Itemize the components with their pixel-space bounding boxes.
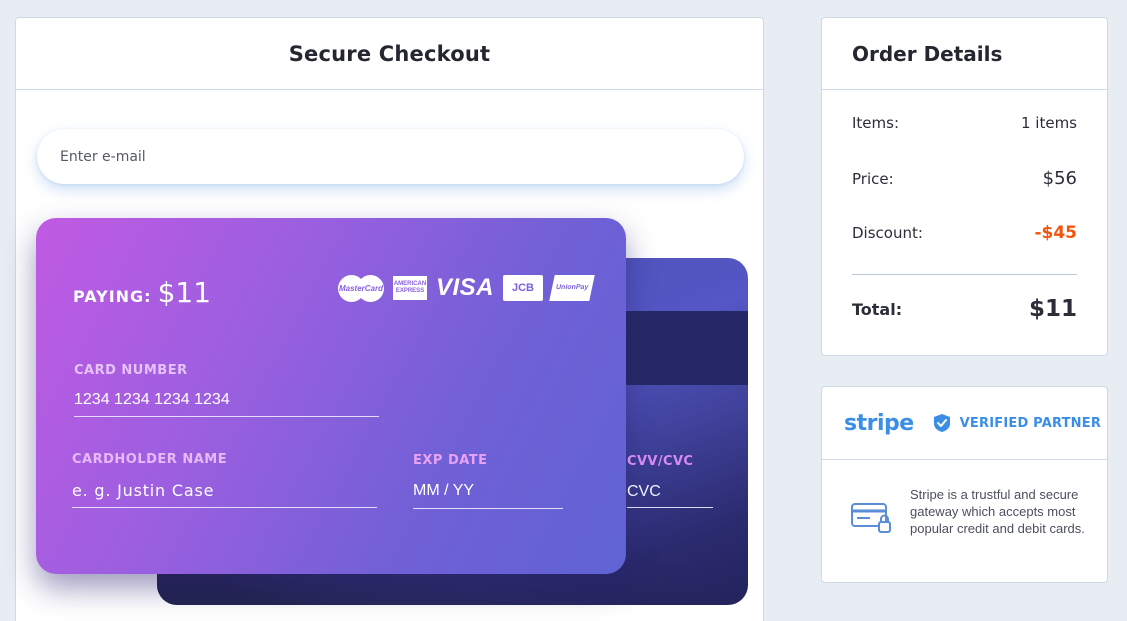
email-input[interactable] bbox=[37, 129, 744, 184]
stripe-body: Stripe is a trustful and secure gateway … bbox=[822, 460, 1107, 538]
jcb-logo: JCB bbox=[503, 275, 544, 301]
stripe-logo: stripe bbox=[844, 410, 914, 436]
order-details-title: Order Details bbox=[852, 41, 1003, 66]
card-number-input[interactable] bbox=[74, 384, 379, 417]
cardholder-name-input[interactable] bbox=[72, 474, 377, 508]
card-front: PAYING: $11 MasterCard AMERICAN EXPRESS … bbox=[36, 218, 626, 574]
order-details-header: Order Details bbox=[822, 18, 1107, 90]
email-field-wrapper bbox=[37, 129, 744, 184]
cardholder-name-label: CARDHOLDER NAME bbox=[72, 452, 228, 467]
order-row-price: Price: $56 bbox=[852, 168, 1077, 189]
visa-logo: VISA bbox=[436, 274, 495, 301]
unionpay-logo: UnionPay bbox=[549, 275, 595, 301]
order-row-discount: Discount: -$45 bbox=[852, 223, 1077, 243]
order-details-panel: Order Details Items: 1 items Price: $56 … bbox=[821, 17, 1108, 356]
card-brand-logos: MasterCard AMERICAN EXPRESS VISA JCB Uni… bbox=[338, 274, 595, 302]
amex-logo: AMERICAN EXPRESS bbox=[393, 276, 427, 300]
stripe-header: stripe VERIFIED PARTNER bbox=[822, 387, 1107, 460]
total-label: Total: bbox=[852, 299, 903, 319]
paying-amount: $11 bbox=[157, 276, 212, 309]
price-value: $56 bbox=[1042, 168, 1077, 189]
price-label: Price: bbox=[852, 169, 894, 188]
checkout-panel: Secure Checkout CVV/CVC PAYING: $11 Mast… bbox=[15, 17, 764, 621]
order-row-items: Items: 1 items bbox=[852, 114, 1077, 132]
order-divider bbox=[852, 274, 1077, 275]
order-row-total: Total: $11 bbox=[852, 296, 1077, 322]
items-label: Items: bbox=[852, 114, 900, 132]
card-number-label: CARD NUMBER bbox=[74, 363, 188, 378]
mastercard-logo: MasterCard bbox=[338, 274, 384, 302]
cvv-label: CVV/CVC bbox=[627, 454, 694, 469]
cvv-input[interactable] bbox=[627, 476, 713, 508]
stripe-partner-panel: stripe VERIFIED PARTNER Stripe is a trus… bbox=[821, 386, 1108, 583]
verified-partner-text: VERIFIED PARTNER bbox=[959, 415, 1102, 431]
checkout-header: Secure Checkout bbox=[16, 18, 763, 90]
total-value: $11 bbox=[1028, 296, 1077, 322]
discount-value: -$45 bbox=[1034, 223, 1077, 243]
credit-card-lock-icon bbox=[851, 503, 891, 533]
paying-amount-display: PAYING: $11 bbox=[73, 276, 211, 309]
items-value: 1 items bbox=[1020, 114, 1077, 132]
exp-date-input[interactable] bbox=[413, 474, 563, 509]
stripe-description: Stripe is a trustful and secure gateway … bbox=[910, 487, 1085, 536]
discount-label: Discount: bbox=[852, 224, 923, 242]
paying-label: PAYING: bbox=[73, 287, 152, 306]
verified-check-icon bbox=[933, 414, 950, 432]
checkout-title: Secure Checkout bbox=[288, 41, 491, 66]
exp-date-label: EXP DATE bbox=[413, 453, 488, 468]
